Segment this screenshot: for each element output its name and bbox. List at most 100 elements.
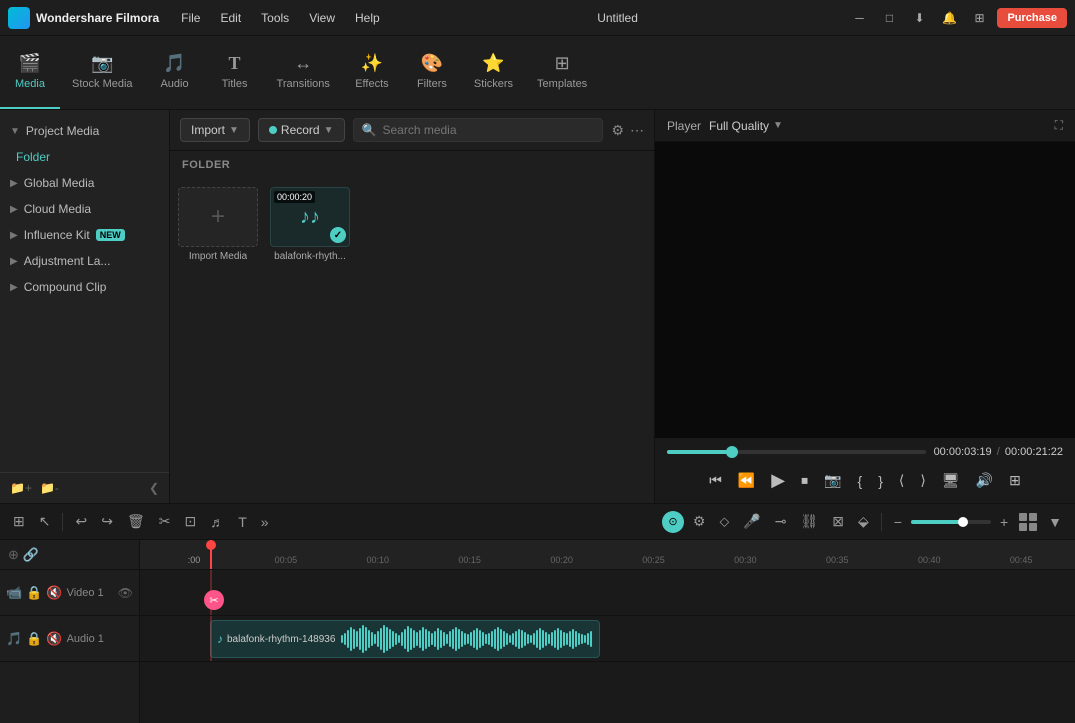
split-btn[interactable]: ⊸ [770, 510, 792, 533]
out-point-button[interactable]: } [874, 469, 887, 493]
progress-track[interactable] [667, 450, 926, 454]
freeze-btn[interactable]: ⬙ [853, 510, 874, 533]
timeline-ruler: :00 00:05 00:10 00:15 00:20 00:25 00:30 … [140, 540, 1075, 570]
maximize-btn[interactable]: □ [877, 6, 901, 30]
snapshot-button[interactable]: 📷 [820, 468, 845, 493]
ruler-tick-5: 00:25 [608, 555, 700, 565]
tab-audio[interactable]: 🎵 Audio [145, 36, 205, 109]
tab-titles[interactable]: T Titles [205, 36, 265, 109]
record-button[interactable]: Record ▼ [258, 118, 345, 142]
sidebar-item-influence-kit[interactable]: ▶ Influence Kit NEW [0, 222, 169, 248]
play-button[interactable]: ▶ [767, 466, 789, 495]
playhead-top [206, 540, 216, 550]
snap-btn[interactable]: ⊙ [662, 511, 684, 533]
wave-bar [515, 631, 517, 647]
video-lock-icon[interactable]: 🔒 [26, 585, 42, 601]
wave-bar [380, 628, 382, 650]
grid-view-btn[interactable] [1017, 511, 1039, 533]
settings-btn[interactable]: ⚙ [688, 510, 711, 533]
import-media-item[interactable]: + Import Media [178, 187, 258, 262]
compound-btn[interactable]: ⊠ [827, 510, 849, 533]
audio-media-label: balafonk-rhyth... [274, 251, 346, 262]
playhead[interactable] [210, 540, 212, 569]
tab-templates[interactable]: ⊞ Templates [525, 36, 599, 109]
group-btn[interactable]: ⛓ [795, 510, 823, 533]
tab-filters[interactable]: 🎨 Filters [402, 36, 462, 109]
audio-lock-icon[interactable]: 🔒 [26, 631, 42, 647]
tab-stock-media[interactable]: 📷 Stock Media [60, 36, 145, 109]
tab-media[interactable]: 🎬 Media [0, 36, 60, 109]
download-btn[interactable]: ⬇ [907, 6, 931, 30]
sidebar-item-folder[interactable]: Folder [0, 144, 169, 170]
audio-btn[interactable]: ♬ [205, 511, 229, 533]
more-tools-btn[interactable]: » [256, 511, 274, 533]
tab-bar: 🎬 Media 📷 Stock Media 🎵 Audio T Titles ↔… [0, 36, 1075, 110]
next-frame-button[interactable]: ⟩ [916, 468, 929, 493]
zoom-out-btn[interactable]: − [889, 511, 907, 533]
cut-btn[interactable]: ✂ [154, 510, 176, 533]
timeline-select-btn[interactable]: ↖ [34, 510, 56, 533]
minimize-btn[interactable]: ─ [847, 6, 871, 30]
purchase-button[interactable]: Purchase [997, 8, 1067, 28]
add-folder-icon[interactable]: 📁+ [10, 481, 32, 495]
wave-bar [404, 629, 406, 649]
menu-view[interactable]: View [301, 7, 343, 29]
sidebar-item-global-media[interactable]: ▶ Global Media [0, 170, 169, 196]
volume-button[interactable]: 🔊 [972, 468, 997, 493]
text-btn[interactable]: T [233, 511, 252, 533]
filter-icon[interactable]: ⚙ [611, 122, 624, 139]
menu-edit[interactable]: Edit [212, 7, 249, 29]
menu-tools[interactable]: Tools [253, 7, 297, 29]
marker-out-btn[interactable]: 🎤 [738, 510, 765, 533]
timeline-layout-btn[interactable]: ⊞ [8, 510, 30, 533]
sidebar-item-adjustment-la[interactable]: ▶ Adjustment La... [0, 248, 169, 274]
tab-stickers[interactable]: ⭐ Stickers [462, 36, 525, 109]
apps-btn[interactable]: ⊞ [967, 6, 991, 30]
skip-back-button[interactable]: ⏮ [705, 468, 726, 493]
fullscreen-button[interactable]: ⛶ [1055, 118, 1063, 133]
undo-btn[interactable]: ↩ [70, 510, 92, 533]
menu-help[interactable]: Help [347, 7, 388, 29]
in-point-button[interactable]: { [854, 469, 867, 493]
add-track-btn[interactable]: ⊕ [8, 547, 19, 563]
media-toolbar-icons: ⚙ ⋯ [611, 122, 644, 139]
collapse-sidebar-btn[interactable]: ❮ [149, 481, 159, 495]
screen-button[interactable]: 🖥 [938, 468, 964, 493]
wave-bar [572, 629, 574, 649]
tab-filters-label: Filters [417, 78, 447, 90]
video-visibility-icon[interactable]: 👁 [118, 586, 133, 600]
remove-folder-icon[interactable]: 📁- [40, 481, 59, 495]
sidebar-cloud-label: Cloud Media [24, 202, 91, 216]
wave-bar [500, 629, 502, 649]
stop-button[interactable]: ⏹ [797, 468, 812, 493]
prev-frame-button[interactable]: ⟨ [895, 468, 908, 493]
tab-effects[interactable]: ✨ Effects [342, 36, 402, 109]
tab-transitions[interactable]: ↔ Transitions [265, 36, 342, 109]
wave-bar [590, 631, 592, 647]
search-input[interactable] [382, 123, 594, 137]
redo-btn[interactable]: ↪ [96, 510, 118, 533]
duration-badge: 00:00:20 [274, 191, 315, 203]
delete-btn[interactable]: 🗑 [122, 510, 150, 533]
more-button[interactable]: ⊞ [1005, 468, 1025, 493]
zoom-track[interactable] [911, 520, 991, 524]
quality-selector[interactable]: Full Quality ▼ [709, 119, 783, 133]
menu-file[interactable]: File [173, 7, 208, 29]
audio-mute-icon[interactable]: 🔇 [46, 631, 62, 647]
step-back-button[interactable]: ⏪ [734, 468, 759, 493]
sidebar-item-project-media[interactable]: ▼ Project Media [0, 118, 169, 144]
sidebar-item-cloud-media[interactable]: ▶ Cloud Media [0, 196, 169, 222]
more-options-icon[interactable]: ⋯ [630, 122, 644, 139]
sidebar-item-compound-clip[interactable]: ▶ Compound Clip [0, 274, 169, 300]
import-button[interactable]: Import ▼ [180, 118, 250, 142]
video-audio-icon[interactable]: 🔇 [46, 585, 62, 601]
marker-in-btn[interactable]: ⬦ [714, 510, 734, 533]
notification-btn[interactable]: 🔔 [937, 6, 961, 30]
timeline-more-btn[interactable]: ▼ [1043, 511, 1067, 533]
audio-media-item[interactable]: ♪♪ 00:00:20 ✓ balafonk-rhyth... [270, 187, 350, 262]
zoom-in-btn[interactable]: + [995, 511, 1013, 533]
audio-clip[interactable]: ♪ balafonk-rhythm-148936 [210, 620, 600, 658]
wave-bar [482, 632, 484, 646]
clip-music-icon: ♪ [217, 632, 223, 646]
crop-btn[interactable]: ⊡ [179, 510, 201, 533]
